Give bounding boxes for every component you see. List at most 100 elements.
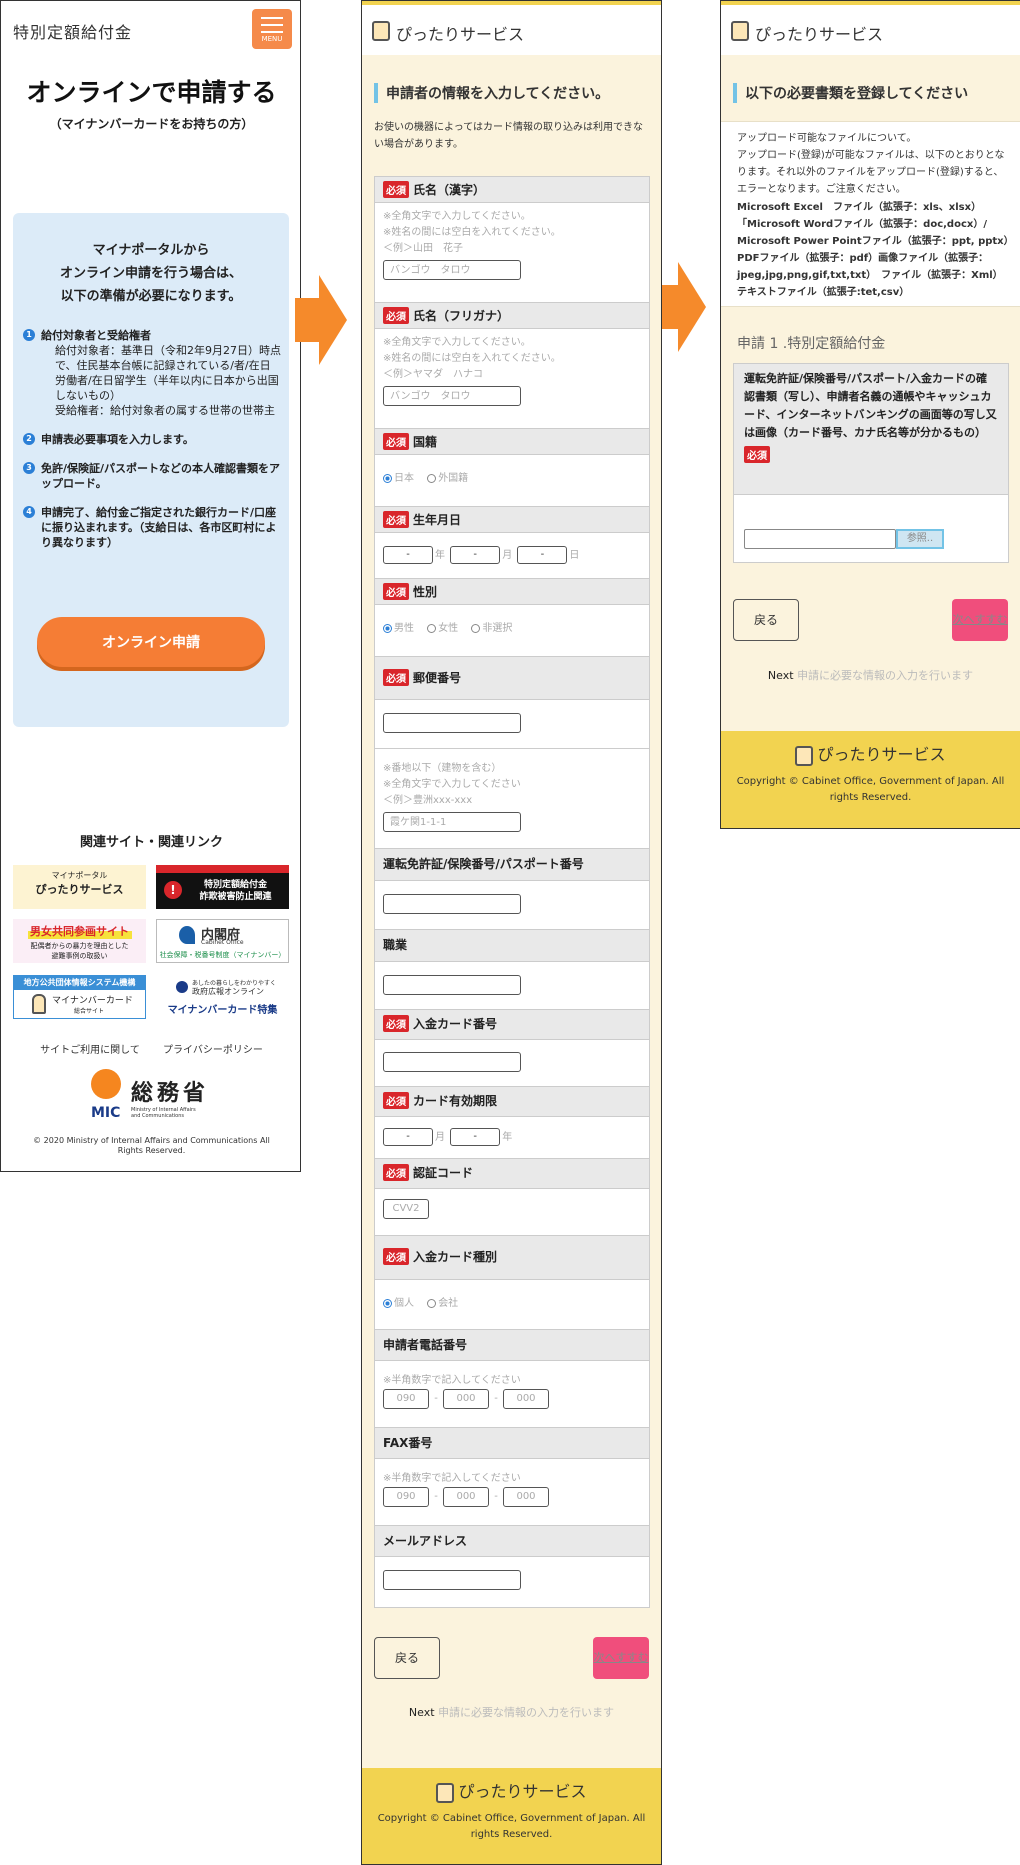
file-path-input[interactable] xyxy=(744,529,896,549)
fax-input-1[interactable]: 090 xyxy=(383,1487,429,1507)
radio-company[interactable]: 会社 xyxy=(427,1298,458,1309)
required-badge: 必須 xyxy=(383,433,409,450)
phone-input-2[interactable]: 000 xyxy=(443,1389,489,1409)
link-pittari-service[interactable]: マイナポータル ぴったりサービス xyxy=(13,865,146,909)
card-note: お使いの機器によってはカード情報の取り込みは利用できない場合があります。 xyxy=(374,122,643,150)
name-kana-input[interactable]: バンゴウ タロウ xyxy=(383,386,521,406)
service-footer: ぴったりサービス Copyright © Cabinet Office, Gov… xyxy=(362,1768,661,1864)
field-label: 職業 xyxy=(375,930,649,962)
field-label: 必須 入金カード種別 xyxy=(375,1236,649,1280)
link-caption: 政府広報オンライン xyxy=(192,987,264,996)
link-gov-online[interactable]: あしたの暮らしをわかりやすく 政府広報オンライン マイナンバーカード特集 xyxy=(156,975,289,1019)
upload-note-box: アップロード可能なファイルについて。 アップロード(登録)が可能なファイルは、以… xyxy=(721,121,1020,307)
required-badge: 必須 xyxy=(383,1164,409,1181)
document-upload-card: 運転免許証/保険番号/パスポート/入金カードの確認書類（写し）、申請者名義の通帳… xyxy=(733,363,1009,563)
link-caption: 社会保障・税番号制度（マイナンバー） xyxy=(159,951,286,959)
postal-field xyxy=(375,700,649,749)
back-button[interactable]: 戻る xyxy=(733,599,799,641)
expiry-month-select[interactable]: - xyxy=(383,1128,433,1146)
section-title: 申請者の情報を入力してください。 xyxy=(374,83,652,103)
next-button[interactable]: 次へすすむ xyxy=(593,1637,649,1679)
intro-line: オンライン申請を行う場合は、 xyxy=(59,266,242,281)
card-type-field: 個人 会社 xyxy=(375,1280,649,1330)
expiry-field: -月 -年 xyxy=(375,1117,649,1159)
upload-note: アップロード可能なファイルについて。 アップロード(登録)が可能なファイルは、以… xyxy=(737,133,1005,195)
birth-month-select[interactable]: - xyxy=(450,546,501,564)
link-caption: Cabinet Office xyxy=(201,939,244,946)
document-desc: 運転免許証/保険番号/パスポート/入金カードの確認書類（写し）、申請者名義の通帳… xyxy=(744,372,997,439)
file-types: Microsoft Excel ファイル（拡張子：xls、xlsx）「Micro… xyxy=(737,202,1019,298)
field-label: 必須 生年月日 xyxy=(375,507,649,533)
fax-field: ※半角数字で記入してください 090-000-000 xyxy=(375,1459,649,1526)
next-button[interactable]: 次へすすむ xyxy=(952,599,1008,641)
step-title: 申請表必要事項を入力します。 xyxy=(41,433,194,446)
hamburger-icon xyxy=(261,17,283,33)
cvv-input[interactable]: CVV2 xyxy=(383,1199,429,1219)
radio-checked-icon xyxy=(383,473,392,483)
site-usage-link[interactable]: サイトご利用に関して xyxy=(40,1045,140,1056)
link-caption: 配偶者からの暴力を理由とした 避難事例の取扱い xyxy=(30,942,129,960)
name-kanji-input[interactable]: バンゴウ タロウ xyxy=(383,260,521,280)
phone-input-1[interactable]: 090 xyxy=(383,1389,429,1409)
radio-japan[interactable]: 日本 xyxy=(383,473,414,484)
link-gender-equality[interactable]: 男女共同参画サイト 配偶者からの暴力を理由とした 避難事例の取扱い xyxy=(13,919,146,963)
birth-day-select[interactable]: - xyxy=(517,546,568,564)
radio-foreign[interactable]: 外国籍 xyxy=(427,473,468,484)
job-input[interactable] xyxy=(383,975,521,995)
radio-checked-icon xyxy=(383,1298,392,1308)
step-title: 申請完了、給付金ご指定された銀行カード/口座に振り込まれます。（支給日は、各市区… xyxy=(41,506,277,549)
gender-field: 男性 女性 非選択 xyxy=(375,605,649,657)
menu-button[interactable]: MENU xyxy=(252,9,292,49)
mic-logo: 総務省 MIC Ministry of Internal Affairs and… xyxy=(89,1069,219,1125)
link-cabinet-office[interactable]: 内閣府 Cabinet Office 社会保障・税番号制度（マイナンバー） xyxy=(156,919,289,963)
required-badge: 必須 xyxy=(383,307,409,324)
copyright: © 2020 Ministry of Internal Affairs and … xyxy=(33,1136,270,1155)
birth-year-select[interactable]: - xyxy=(383,546,433,564)
link-mynumber-card-site[interactable]: 地方公共団体情報システム機構 マイナンバーカード 総合サイト xyxy=(13,975,146,1019)
step-item: 2 申請表必要事項を入力します。 xyxy=(23,432,281,447)
radio-male[interactable]: 男性 xyxy=(383,623,414,634)
privacy-policy-link[interactable]: プライバシーポリシー xyxy=(163,1045,263,1056)
fax-input-2[interactable]: 000 xyxy=(443,1487,489,1507)
license-input[interactable] xyxy=(383,894,521,914)
pittari-logo-icon xyxy=(436,1782,455,1803)
link-label: マイナンバーカード xyxy=(52,996,133,1006)
pittari-logo-icon xyxy=(372,21,390,41)
email-input[interactable] xyxy=(383,1570,521,1590)
cabinet-office-logo-icon xyxy=(179,926,195,944)
link-label: ぴったりサービス xyxy=(35,883,124,896)
fax-input-3[interactable]: 000 xyxy=(503,1487,549,1507)
birthdate-field: -年 -月 -日 xyxy=(375,533,649,579)
hint: ※姓名の間には空白を入れてください。 xyxy=(383,227,561,238)
service-name: ぴったりサービス xyxy=(755,25,884,44)
phone-input-3[interactable]: 000 xyxy=(503,1389,549,1409)
application-title: 申請 1 .特別定額給付金 xyxy=(737,336,886,352)
required-badge: 必須 xyxy=(383,1248,409,1265)
intro-line: 以下の準備が必要になります。 xyxy=(60,289,242,304)
nationality-field: 日本 外国籍 xyxy=(375,455,649,507)
related-links-title: 関連サイト・関連リンク xyxy=(79,835,223,850)
expiry-year-select[interactable]: - xyxy=(450,1128,501,1146)
address-input[interactable]: 霞ケ関1-1-1 xyxy=(383,812,521,832)
link-police-fraud[interactable]: 警察庁 ! 特別定額給付金 詐欺被害防止関連 xyxy=(156,865,289,909)
footer-service-name: ぴったりサービス xyxy=(721,741,1020,766)
mic-logo-caption: Ministry of Internal Affairs and Communi… xyxy=(131,1107,196,1119)
applicant-form: 必須 氏名（漢字） ※全角文字で入力してください。 ※姓名の間には空白を入れてくだ… xyxy=(374,176,650,1608)
pittari-logo-icon xyxy=(795,745,814,766)
service-footer: ぴったりサービス Copyright © Cabinet Office, Gov… xyxy=(721,731,1020,828)
field-label: 必須 氏名（フリガナ） xyxy=(375,303,649,329)
radio-female[interactable]: 女性 xyxy=(427,623,458,634)
field-label: 必須 国籍 xyxy=(375,429,649,455)
browse-button[interactable]: 参照.. xyxy=(896,529,944,549)
online-apply-button[interactable]: オンライン申請 xyxy=(37,617,265,667)
next-note: Next 申請に必要な情報の入力を行います xyxy=(767,669,974,682)
mic-logo-icon xyxy=(91,1069,121,1099)
hint: ＜例＞豊洲xxx-xxx xyxy=(383,795,473,806)
service-header: ぴったりサービス xyxy=(362,1,661,55)
radio-individual[interactable]: 個人 xyxy=(383,1298,414,1309)
postal-input[interactable] xyxy=(383,713,521,733)
card-number-input[interactable] xyxy=(383,1052,521,1072)
mascot-icon xyxy=(32,994,46,1014)
radio-unselected[interactable]: 非選択 xyxy=(471,623,512,634)
back-button[interactable]: 戻る xyxy=(374,1637,440,1679)
